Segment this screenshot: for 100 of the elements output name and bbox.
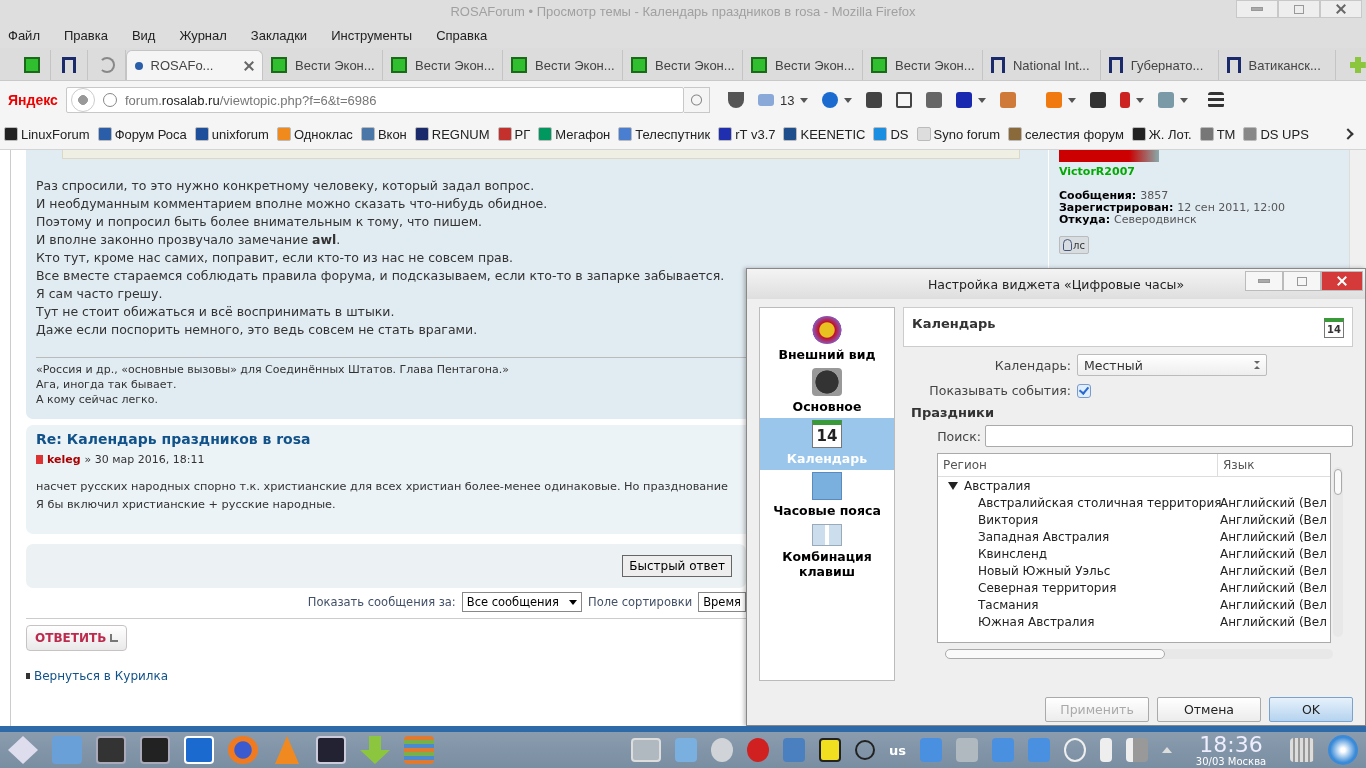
- browser-tab[interactable]: Губернато...: [1100, 50, 1219, 80]
- bookmark-item[interactable]: Телеспутник: [618, 126, 711, 142]
- maximize-button[interactable]: [1283, 271, 1321, 291]
- bookmark-item[interactable]: Вкон: [360, 126, 407, 142]
- browser-tab[interactable]: ROSAFo...: [125, 50, 263, 80]
- spinner-arrows-icon: [1254, 361, 1260, 369]
- menu-icon[interactable]: [1208, 92, 1225, 108]
- category-item[interactable]: 14 Календарь: [760, 418, 894, 470]
- dialog-button[interactable]: Отмена: [1157, 697, 1261, 722]
- bookmark-item[interactable]: селестия форум: [1008, 126, 1124, 142]
- search-field[interactable]: [985, 425, 1353, 447]
- bookmark-item[interactable]: Форум Роса: [97, 126, 187, 142]
- bookmark-item[interactable]: Ж. Лот.: [1131, 126, 1192, 142]
- region-cell[interactable]: Тасмания: [938, 597, 1218, 612]
- stat-label: Зарегистрирован:: [1059, 201, 1174, 214]
- horizontal-scrollbar[interactable]: [945, 649, 1333, 659]
- post-text-line: Все вместе стараемся соблюдать правила форума, и подсказываем, если кто-то в запарке забывается.: [36, 267, 725, 285]
- maximize-button[interactable]: [1278, 0, 1320, 18]
- post-text-line: Кто тут, кроме нас самих, поправит, если кто-то из нас не совсем прав.: [36, 249, 514, 267]
- menu-item[interactable]: Справка: [436, 27, 488, 43]
- quick-reply-button[interactable]: Быстрый ответ: [622, 555, 732, 577]
- region-cell[interactable]: Квинсленд: [938, 546, 1218, 561]
- menu-item[interactable]: Инструменты: [331, 27, 413, 43]
- bullet-icon: [26, 673, 30, 679]
- close-button[interactable]: [1321, 271, 1363, 291]
- browser-tab[interactable]: Ватиканск...: [1218, 50, 1337, 80]
- bookmark-item[interactable]: DS UPS: [1243, 126, 1309, 142]
- tile-icon: [24, 57, 41, 73]
- globe-icon[interactable]: [1328, 735, 1358, 765]
- close-button[interactable]: [1320, 0, 1362, 18]
- private-message-button[interactable]: лс: [1059, 236, 1089, 254]
- close-icon[interactable]: [244, 60, 254, 71]
- bookmark-item[interactable]: Мегафон: [538, 126, 611, 142]
- vertical-scrollbar[interactable]: [1333, 467, 1343, 637]
- browser-tab[interactable]: Вести Экон...: [503, 50, 623, 80]
- caret-icon[interactable]: [978, 97, 987, 103]
- battery-icon[interactable]: [1100, 738, 1112, 762]
- reply-button[interactable]: ОТВЕТИТЬ: [26, 625, 128, 651]
- menu-item[interactable]: Закладки: [250, 27, 308, 43]
- signature-line: «Россия и др., «основные вызовы» для Соединённых Штатов. Глава Пентагона.»: [36, 362, 509, 377]
- minimize-button[interactable]: [1245, 271, 1283, 291]
- calendar-dropdown[interactable]: Местный: [1077, 354, 1267, 376]
- browser-tab[interactable]: National Int...: [983, 50, 1101, 80]
- arrow-up-icon[interactable]: [1162, 747, 1172, 753]
- author-link[interactable]: keleg: [47, 453, 81, 466]
- caret-icon[interactable]: [1136, 97, 1145, 103]
- category-item[interactable]: Часовые пояса: [760, 470, 894, 522]
- region-cell[interactable]: Новый Южный Уэльс: [938, 563, 1218, 578]
- post-text-line: Раз спросили, то это нужно конкретному человеку, который задал вопрос.: [36, 177, 535, 195]
- bookmark-item[interactable]: unixforum: [194, 126, 269, 142]
- category-item[interactable]: Комбинация клавиш: [760, 522, 894, 583]
- minimize-button[interactable]: [1236, 0, 1278, 18]
- bookmark-item[interactable]: LinuxForum: [4, 126, 90, 142]
- menu-item[interactable]: Вид: [131, 27, 156, 43]
- bookmark-item[interactable]: DS: [873, 126, 909, 142]
- post-text-line: И необдуманным комментарием вполне можно сказать что-нибудь обидное.: [36, 195, 548, 213]
- clock-date: 30/03 Москва: [1195, 756, 1267, 767]
- period-dropdown[interactable]: Все сообщения: [461, 592, 582, 612]
- caret-icon[interactable]: [1068, 97, 1077, 103]
- bookmark-item[interactable]: РГ: [497, 126, 531, 142]
- region-cell[interactable]: Австралия: [964, 478, 1031, 493]
- browser-tab[interactable]: Вести Экон...: [263, 50, 383, 80]
- region-cell[interactable]: Виктория: [938, 512, 1218, 527]
- tile-icon: [511, 57, 527, 73]
- language-cell-text: Английский (Вел: [1219, 597, 1327, 612]
- category-item[interactable]: Основное: [760, 366, 894, 418]
- address-bar[interactable]: forum.rosalab.ru/viewtopic.php?f=6&t=6986: [66, 87, 684, 113]
- stack-icon[interactable]: [404, 736, 434, 764]
- bookmark-item[interactable]: REGNUM: [414, 126, 490, 142]
- browser-tab[interactable]: Вести Экон...: [743, 50, 863, 80]
- column-header[interactable]: Язык: [1218, 454, 1330, 476]
- bookmark-item[interactable]: TM: [1199, 126, 1236, 142]
- caret-icon[interactable]: [1180, 97, 1189, 103]
- menu-item[interactable]: Правка: [63, 27, 108, 43]
- caret-icon[interactable]: [844, 97, 853, 103]
- post-text-line: Я бы включил христианские + русские народные.: [36, 497, 336, 513]
- browser-tab[interactable]: Вести Экон...: [383, 50, 503, 80]
- expand-triangle-icon[interactable]: [948, 481, 958, 490]
- bookmark-item[interactable]: rT v3.7: [718, 126, 776, 142]
- dialog-button[interactable]: OK: [1269, 697, 1353, 722]
- search-engine-logo[interactable]: Яндекс: [8, 92, 66, 108]
- sort-dropdown[interactable]: Время: [698, 592, 746, 612]
- column-header[interactable]: Регион: [938, 454, 1218, 476]
- menu-item[interactable]: Журнал: [179, 27, 227, 43]
- search-label: Поиск:: [936, 428, 981, 444]
- back-link[interactable]: Вернуться в Курилка: [34, 669, 169, 683]
- bookmark-item[interactable]: KEENETIC: [783, 126, 866, 142]
- browser-tab[interactable]: Вести Экон...: [863, 50, 983, 80]
- menu-item[interactable]: Файл: [8, 27, 40, 43]
- browser-tab[interactable]: Вести Экон...: [623, 50, 743, 80]
- globe-icon[interactable]: [822, 92, 839, 108]
- bookmark-item[interactable]: Одноклас: [276, 126, 353, 142]
- category-item[interactable]: Внешний вид: [760, 314, 894, 366]
- show-events-checkbox[interactable]: [1077, 383, 1091, 398]
- region-cell[interactable]: Северная территория: [938, 580, 1218, 595]
- caret-icon[interactable]: [800, 97, 809, 103]
- language-cell-text: Английский (Вел: [1219, 512, 1327, 527]
- region-cell[interactable]: Южная Австралия: [938, 614, 1218, 629]
- region-cell[interactable]: Западная Австралия: [938, 529, 1218, 544]
- bookmark-item[interactable]: Syno forum: [916, 126, 1001, 142]
